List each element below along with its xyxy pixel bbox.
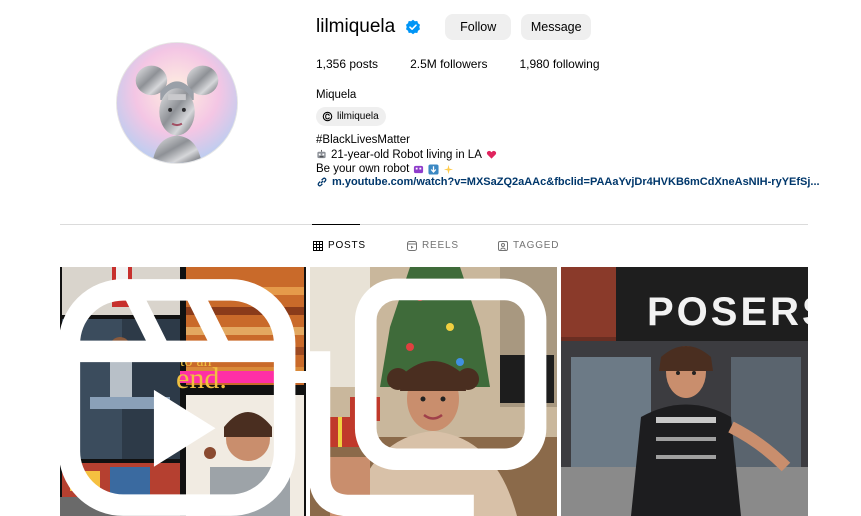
- avatar-image: [117, 43, 237, 163]
- profile-bio: #BlackLivesMatter 21-year-old Robot livi…: [316, 133, 497, 177]
- tagged-icon: [498, 240, 508, 251]
- threads-icon: [322, 111, 333, 122]
- bio-line-hashtag: #BlackLivesMatter: [316, 133, 497, 148]
- post-tile[interactable]: [310, 267, 557, 516]
- sparkles-emoji-icon: [444, 164, 454, 174]
- followers-count-label: followers: [440, 57, 488, 71]
- tab-posts-label: POSTS: [328, 240, 366, 251]
- following-count[interactable]: 1,980 following: [519, 57, 599, 71]
- active-tab-indicator: [312, 224, 360, 225]
- reels-icon: [407, 240, 417, 251]
- bio-link[interactable]: m.youtube.com/watch?v=MXSaZQ2aAAc&fbclid…: [316, 176, 820, 188]
- bio-line-robot: 21-year-old Robot living in LA: [316, 148, 497, 163]
- verified-badge-icon: [406, 19, 421, 35]
- bio-robot-text: 21-year-old Robot living in LA: [331, 148, 482, 161]
- profile-header-row: lilmiquela Follow Message: [316, 14, 592, 40]
- posts-count-label: posts: [349, 57, 379, 71]
- bio-link-text[interactable]: m.youtube.com/watch?v=MXSaZQ2aAAc&fbclid…: [332, 176, 820, 188]
- post-image-posers-storefront: POSERS: [561, 267, 808, 516]
- robot-emoji-icon: [317, 150, 326, 159]
- posts-grid: comes to an end.: [60, 267, 808, 516]
- carousel-indicator-icon: [310, 278, 547, 516]
- username: lilmiquela: [316, 16, 396, 37]
- message-button[interactable]: Message: [521, 14, 592, 40]
- bio-own-robot-text: Be your own robot: [316, 163, 410, 175]
- following-count-value: 1,980: [519, 57, 550, 71]
- threads-badge[interactable]: lilmiquela: [316, 107, 386, 126]
- reel-indicator-icon: [60, 279, 296, 516]
- tab-posts[interactable]: POSTS: [313, 240, 366, 251]
- storefront-sign: POSERS: [647, 290, 808, 334]
- threads-handle: lilmiquela: [337, 111, 379, 122]
- down-arrow-emoji-icon: [428, 164, 439, 175]
- post-tile[interactable]: POSERS: [561, 267, 808, 516]
- bio-line-own-robot: Be your own robot: [316, 162, 497, 177]
- followers-count[interactable]: 2.5M followers: [410, 57, 487, 71]
- followers-count-value: 2.5M: [410, 57, 437, 71]
- alien-monster-emoji-icon: [414, 165, 424, 173]
- tab-reels-label: REELS: [422, 240, 459, 251]
- grid-icon: [313, 240, 323, 251]
- tab-reels[interactable]: REELS: [407, 240, 459, 251]
- post-tile[interactable]: comes to an end.: [60, 267, 306, 516]
- follow-button[interactable]: Follow: [445, 14, 512, 40]
- profile-full-name: Miquela: [316, 89, 357, 101]
- tabs-divider: [60, 224, 808, 225]
- bio-hashtag: #BlackLivesMatter: [316, 134, 410, 146]
- profile-stats: 1,356 posts 2.5M followers 1,980 followi…: [316, 57, 600, 71]
- heart-emoji-icon: [486, 151, 496, 159]
- profile-tabs: POSTS REELS TAGGED: [0, 240, 861, 254]
- tab-tagged[interactable]: TAGGED: [498, 240, 559, 251]
- following-count-label: following: [552, 57, 600, 71]
- link-icon: [317, 177, 327, 187]
- posts-count: 1,356 posts: [316, 57, 378, 71]
- tab-tagged-label: TAGGED: [513, 240, 560, 251]
- posts-count-value: 1,356: [316, 57, 347, 71]
- profile-avatar[interactable]: [116, 42, 238, 164]
